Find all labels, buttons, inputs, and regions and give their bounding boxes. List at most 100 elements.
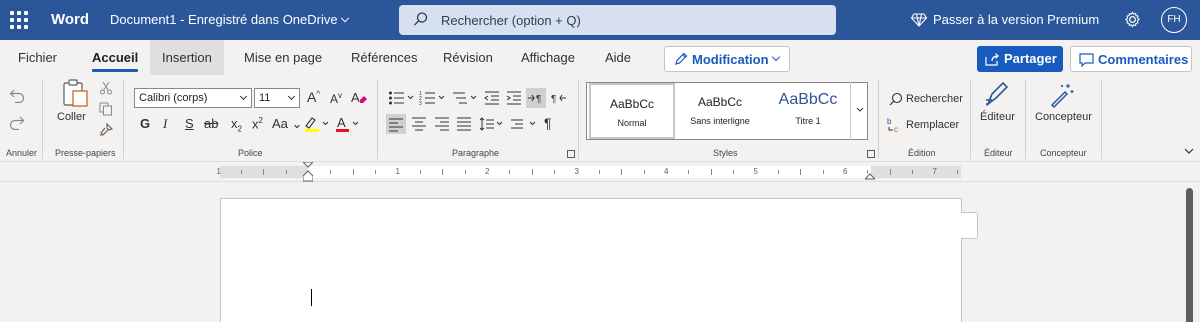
ltr-paragraph-icon[interactable]: ¶ [526, 88, 546, 108]
change-case-button[interactable]: Aa ⌄ [272, 116, 302, 132]
rtl-paragraph-icon[interactable]: ¶ [551, 90, 567, 106]
ruler[interactable]: 1 1 2 3 4 5 6 7 [217, 162, 961, 182]
font-size-dropdown[interactable]: 11 [254, 88, 300, 108]
bullets-icon[interactable] [388, 90, 416, 106]
clear-formatting-icon[interactable]: A [350, 89, 368, 107]
align-right-icon[interactable] [434, 116, 450, 132]
decrease-indent-icon[interactable] [484, 90, 500, 106]
subscript-button[interactable]: x2 [231, 116, 242, 134]
group-label-annuler: Annuler [6, 148, 38, 158]
gear-icon[interactable] [1124, 11, 1141, 28]
group-label-paragraphe: Paragraphe [452, 148, 500, 158]
find-button[interactable]: Rechercher [906, 93, 963, 105]
highlight-icon[interactable] [303, 114, 329, 134]
premium-upgrade-link[interactable]: Passer à la version Premium [910, 12, 1099, 27]
editor-icon[interactable] [983, 80, 1011, 108]
chevron-down-icon[interactable] [1184, 147, 1194, 155]
editing-mode-button[interactable]: Modification [664, 46, 790, 72]
ruler-tick [643, 170, 645, 174]
app-launcher-icon[interactable] [10, 11, 28, 29]
comments-button[interactable]: Commentaires [1070, 46, 1192, 72]
strikethrough-button[interactable]: ab [204, 116, 218, 131]
find-icon[interactable] [889, 92, 903, 106]
style-normal[interactable]: AaBbCc Normal [589, 83, 675, 139]
text-cursor [311, 289, 312, 306]
cut-icon[interactable] [99, 81, 113, 95]
search-box[interactable]: Rechercher (option + Q) [399, 5, 836, 35]
page-side-tab[interactable] [961, 212, 978, 239]
tab-mise-en-page[interactable]: Mise en page [244, 40, 322, 75]
ruler-tick [509, 170, 511, 174]
line-spacing-icon[interactable] [479, 116, 505, 132]
italic-button[interactable]: I [163, 116, 167, 132]
copy-icon[interactable] [99, 102, 113, 116]
editor-button[interactable]: Éditeur [980, 111, 1015, 123]
chevron-down-icon [239, 92, 248, 101]
document-page[interactable] [220, 198, 962, 322]
app-name[interactable]: Word [51, 11, 89, 28]
ruler-tick [330, 170, 332, 174]
styles-more-button[interactable] [850, 82, 868, 140]
ruler-number: 7 [932, 167, 937, 176]
tab-aide[interactable]: Aide [605, 40, 631, 75]
group-divider [970, 79, 971, 159]
tab-references[interactable]: Références [351, 40, 417, 75]
paragraph-dialog-launcher-icon[interactable] [567, 150, 575, 158]
tab-revision[interactable]: Révision [443, 40, 493, 75]
redo-icon[interactable] [9, 116, 25, 130]
chevron-down-icon [771, 52, 781, 62]
superscript-button[interactable]: x2 [252, 116, 263, 131]
ruler-tick [375, 170, 377, 174]
designer-icon[interactable] [1048, 80, 1076, 108]
align-center-icon[interactable] [411, 116, 427, 132]
grow-font-button[interactable]: A^ [307, 89, 320, 105]
ruler-tick [621, 169, 623, 175]
document-title[interactable]: Document1 - Enregistré dans OneDrive [110, 12, 349, 27]
show-formatting-button[interactable]: ¶ [544, 115, 552, 131]
right-indent-marker-icon[interactable] [865, 170, 875, 180]
justify-icon[interactable] [456, 116, 472, 132]
align-left-icon[interactable] [386, 114, 406, 134]
tab-affichage[interactable]: Affichage [521, 40, 575, 75]
ruler-tick [263, 169, 265, 175]
font-color-icon[interactable]: A [335, 114, 361, 134]
increase-indent-icon[interactable] [506, 90, 522, 106]
ruler-number: 3 [574, 167, 579, 176]
avatar[interactable]: FH [1161, 7, 1187, 33]
replace-icon[interactable]: bc [887, 117, 903, 133]
bold-button[interactable]: G [140, 116, 150, 131]
tab-accueil[interactable]: Accueil [92, 40, 139, 75]
vertical-scrollbar[interactable] [1186, 188, 1193, 322]
indent-marker-icon[interactable] [303, 162, 313, 182]
svg-text:b: b [887, 117, 892, 126]
ruler-tick [777, 170, 779, 174]
undo-icon[interactable] [9, 89, 25, 103]
group-divider [42, 79, 43, 159]
paragraph-spacing-icon[interactable] [510, 116, 538, 132]
designer-button[interactable]: Concepteur [1035, 111, 1092, 123]
underline-button[interactable]: S [185, 116, 194, 131]
replace-button[interactable]: Remplacer [906, 119, 959, 131]
shrink-font-button[interactable]: Av [330, 91, 342, 106]
style-preview: AaBbCc [697, 95, 743, 109]
group-divider [123, 79, 124, 159]
share-button[interactable]: Partager [977, 46, 1063, 72]
paste-label[interactable]: Coller [57, 111, 86, 123]
group-label-concepteur: Concepteur [1040, 148, 1087, 158]
group-label-editeur: Éditeur [984, 148, 1013, 158]
ruler-tick [352, 169, 354, 175]
font-name-dropdown[interactable]: Calibri (corps) [134, 88, 252, 108]
tab-insertion[interactable]: Insertion [150, 40, 224, 75]
style-no-spacing[interactable]: AaBbCc Sans interligne [677, 83, 763, 139]
ruler-tick [554, 170, 556, 174]
format-painter-icon[interactable] [99, 123, 113, 137]
paste-icon[interactable] [60, 78, 90, 108]
multilevel-list-icon[interactable] [451, 90, 479, 106]
tab-fichier[interactable]: Fichier [18, 40, 57, 75]
ruler-tick [285, 170, 287, 174]
styles-dialog-launcher-icon[interactable] [867, 150, 875, 158]
ruler-right-margin [871, 166, 961, 178]
style-heading-1[interactable]: AaBbCc Titre 1 [765, 83, 851, 139]
ruler-number: 4 [664, 167, 669, 176]
numbering-icon[interactable]: 123 [419, 90, 447, 106]
